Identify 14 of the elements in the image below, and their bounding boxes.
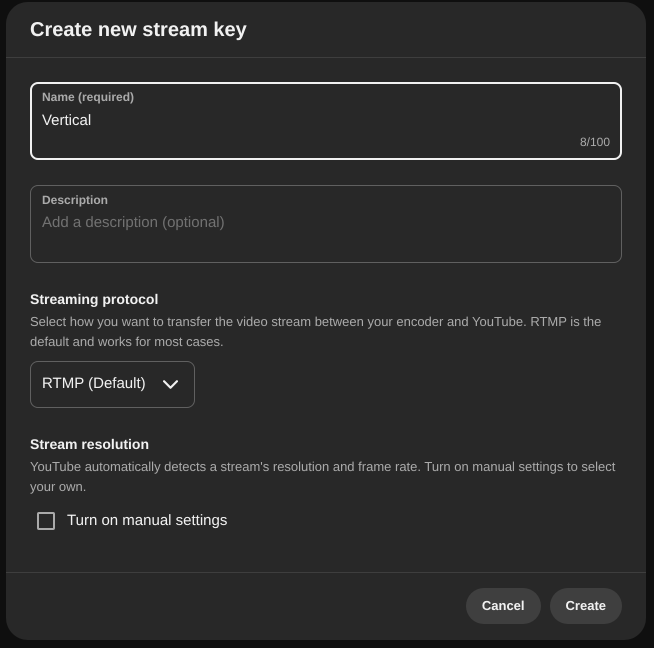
section-description: YouTube automatically detects a stream's resolution and frame rate. Turn on manual settings to select your own. (30, 458, 616, 496)
character-counter: 8/100 (580, 134, 610, 150)
field-label: Description (42, 192, 108, 208)
checkbox[interactable] (37, 512, 55, 530)
section-heading: Stream resolution (30, 435, 150, 454)
checkbox-label: Turn on manual settings (67, 511, 228, 531)
cancel-button[interactable]: Cancel (466, 588, 541, 624)
dialog-title: Create new stream key (30, 18, 247, 43)
create-button[interactable]: Create (550, 588, 622, 624)
section-heading: Streaming protocol (30, 290, 158, 309)
chevron-down-icon (163, 380, 178, 389)
section-description: Select how you want to transfer the video stream between your encoder and YouTube. RTMP is the default and works for most cases. (30, 313, 602, 351)
field-label: Name (required) (42, 89, 134, 105)
protocol-dropdown[interactable]: RTMP (Default) (30, 361, 195, 408)
